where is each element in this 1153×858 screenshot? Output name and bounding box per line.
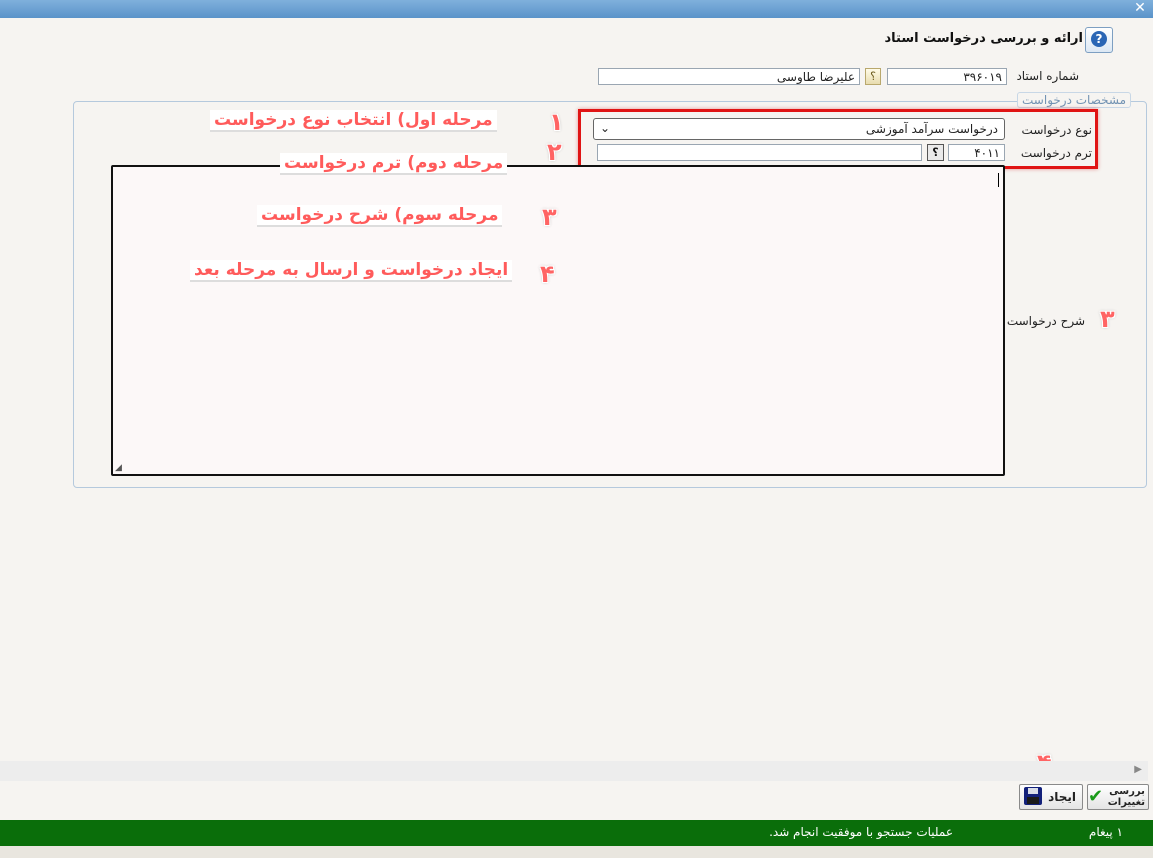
description-label: شرح درخواست [1006, 314, 1085, 328]
help-icon: ? [1091, 31, 1107, 47]
create-button[interactable]: ایجاد [1019, 784, 1083, 810]
annotation-number-3-description: ۳ [1100, 305, 1115, 333]
bottom-strip [0, 846, 1153, 858]
teacher-number-field[interactable]: ۳۹۶۰۱۹ [887, 68, 1007, 85]
annotation-step2: مرحله دوم) ترم درخواست [280, 153, 508, 175]
close-icon[interactable]: ✕ [1133, 1, 1147, 15]
annotation-step4: ایجاد درخواست و ارسال به مرحله بعد [190, 260, 513, 282]
checkmark-icon: ✔ [1088, 786, 1104, 807]
request-details-legend: مشخصات درخواست [1017, 92, 1131, 108]
teacher-lookup-button[interactable]: ؟ [865, 68, 881, 85]
status-bar: ۱ پیغام عملیات جستجو با موفقیت انجام شد. [0, 820, 1153, 846]
teacher-number-label: شماره استاد [1016, 69, 1079, 83]
description-textarea[interactable]: ◢ [111, 165, 1005, 476]
save-icon [1024, 787, 1042, 805]
horizontal-scrollbar[interactable]: ▶ [0, 761, 1148, 781]
create-label: ایجاد [1048, 790, 1076, 804]
review-changes-label: بررسی تغییرات [1107, 786, 1145, 808]
message-count[interactable]: ۱ پیغام [1089, 825, 1123, 839]
annotation-number-1: ۱ [549, 108, 564, 136]
window-title-bar [0, 0, 1153, 18]
annotation-number-2: ۲ [547, 138, 562, 166]
annotation-number-3: ۳ [542, 203, 557, 231]
review-changes-button[interactable]: ✔ بررسی تغییرات [1087, 784, 1149, 810]
help-button[interactable]: ? [1085, 27, 1113, 53]
annotation-step3: مرحله سوم) شرح درخواست [257, 205, 503, 227]
teacher-name-field: علیرضا طاوسی [598, 68, 860, 85]
page-title: ارائه و بررسی درخواست استاد [884, 31, 1083, 46]
annotation-number-4: ۴ [540, 260, 555, 288]
status-message: عملیات جستجو با موفقیت انجام شد. [769, 825, 953, 839]
resize-handle-icon[interactable]: ◢ [115, 463, 122, 473]
annotation-step1: مرحله اول) انتخاب نوع درخواست [210, 110, 497, 132]
text-caret [998, 173, 999, 187]
steps-highlight-box [578, 109, 1098, 169]
scroll-right-icon[interactable]: ▶ [1134, 764, 1142, 775]
